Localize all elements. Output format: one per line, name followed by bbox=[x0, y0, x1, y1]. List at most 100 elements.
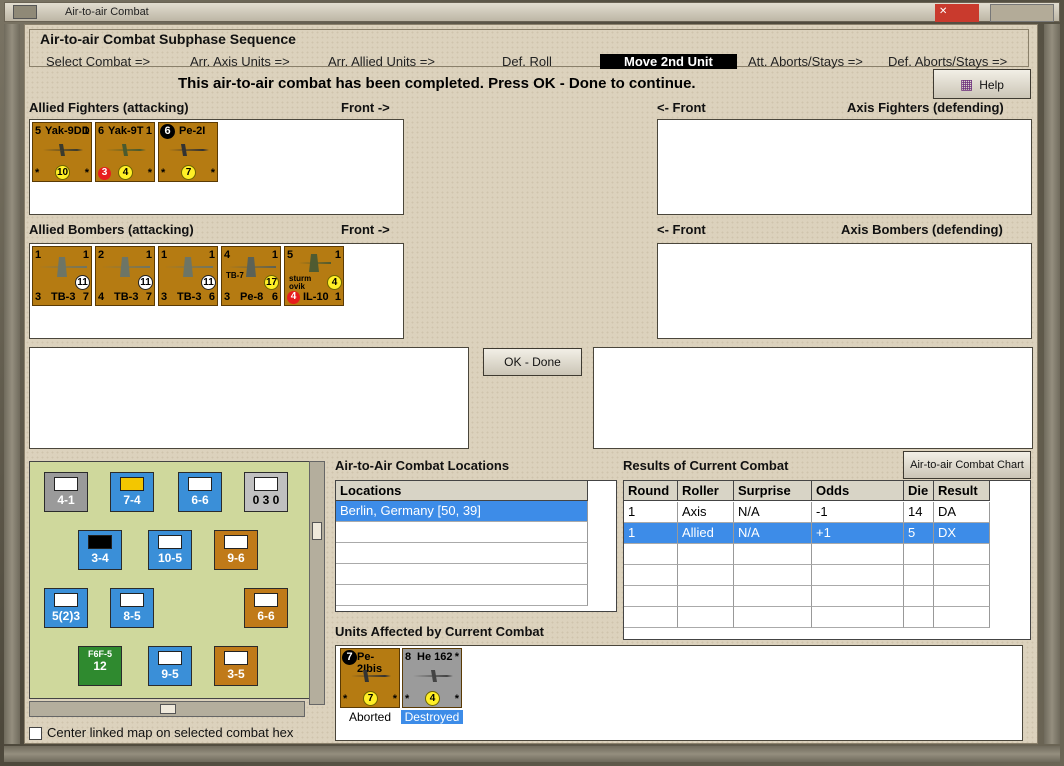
allied-fighters-box[interactable]: 5 Yak-9DD 1 * 10 * 6 Yak-9T 1 3 4 * 6 Pe… bbox=[29, 119, 404, 215]
fighter-counter-yak9t[interactable]: 6 Yak-9T 1 3 4 * bbox=[95, 122, 155, 182]
step-arr-axis: Arr. Axis Units => bbox=[190, 54, 290, 69]
counter-star: * bbox=[405, 693, 410, 705]
result-row[interactable]: 1 Allied N/A +1 5 DX bbox=[624, 523, 990, 544]
ok-done-button[interactable]: OK - Done bbox=[483, 348, 582, 376]
col-die[interactable]: Die bbox=[904, 481, 934, 501]
center-map-label: Center linked map on selected combat hex bbox=[47, 725, 294, 740]
bomber-rating: 11 bbox=[138, 275, 153, 290]
counter-stat: 3 bbox=[224, 291, 231, 303]
counter-name: TB-3 bbox=[114, 291, 139, 303]
map-unit-counter[interactable]: 6-6 bbox=[244, 588, 288, 628]
scroll-thumb[interactable] bbox=[160, 704, 176, 714]
col-round[interactable]: Round bbox=[624, 481, 678, 501]
map-vertical-scrollbar[interactable] bbox=[309, 461, 325, 705]
fighter-plane-icon bbox=[43, 144, 83, 156]
counter-stat: 1 bbox=[334, 291, 341, 303]
result-row[interactable] bbox=[624, 544, 990, 565]
result-row[interactable] bbox=[624, 586, 990, 607]
fighter-plane-icon bbox=[106, 144, 146, 156]
help-button[interactable]: ▦ Help bbox=[933, 69, 1031, 99]
counter-value: 1 bbox=[82, 125, 89, 137]
map-unit-counter[interactable]: 4-1 bbox=[44, 472, 88, 512]
map-unit-counter[interactable]: 9-5 bbox=[148, 646, 192, 686]
axis-fighters-box[interactable] bbox=[657, 119, 1032, 215]
fighter-counter-yak9dd[interactable]: 5 Yak-9DD 1 * 10 * bbox=[32, 122, 92, 182]
map-unit-counter[interactable]: 10-5 bbox=[148, 530, 192, 570]
counter-stat: 6 bbox=[271, 291, 278, 303]
bomber-rating: 17 bbox=[264, 275, 279, 290]
map-horizontal-scrollbar[interactable] bbox=[29, 701, 305, 717]
bomber-counter-il10[interactable]: 5 1 sturm ovik 4 4 IL-10 1 bbox=[284, 246, 344, 306]
locations-table[interactable]: Locations Berlin, Germany [50, 39] bbox=[335, 480, 617, 612]
col-roller[interactable]: Roller bbox=[678, 481, 734, 501]
map-unit-counter[interactable]: 3-4 bbox=[78, 530, 122, 570]
center-map-checkbox[interactable] bbox=[29, 727, 42, 740]
bomber-counter-pe8[interactable]: 4 1 TB-7 17 3 Pe-8 6 bbox=[221, 246, 281, 306]
map-unit-counter[interactable]: 9-6 bbox=[214, 530, 258, 570]
subphase-title: Air-to-air Combat Subphase Sequence bbox=[40, 31, 296, 47]
counter-star: * bbox=[343, 693, 348, 705]
left-border bbox=[4, 24, 20, 744]
scroll-thumb[interactable] bbox=[312, 522, 322, 540]
locations-header: Locations bbox=[336, 481, 588, 501]
col-result[interactable]: Result bbox=[934, 481, 990, 501]
counter-name: IL-10 bbox=[303, 291, 329, 303]
bomber-counter-tb3-2[interactable]: 2 1 11 4 TB-3 7 bbox=[95, 246, 155, 306]
counter-name: Pe-2I bbox=[179, 125, 206, 137]
location-row[interactable] bbox=[336, 585, 588, 606]
close-icon: ✕ bbox=[939, 6, 948, 17]
title-bar: Air-to-air Combat ✕ bbox=[4, 2, 1060, 22]
counter-stat: 4 bbox=[98, 291, 105, 303]
bomber-counter-tb3-3[interactable]: 1 1 11 3 TB-3 6 bbox=[158, 246, 218, 306]
fighter-plane-icon bbox=[351, 670, 391, 682]
fighter-counter-pe2i[interactable]: 6 Pe-2I * 7 * bbox=[158, 122, 218, 182]
combat-chart-button[interactable]: Air-to-air Combat Chart bbox=[903, 451, 1031, 479]
allied-results-box bbox=[29, 347, 469, 449]
affected-counter-pe2ibis[interactable]: 7 Pe-2Ibis * 7 * bbox=[340, 648, 400, 708]
map-unit-counter[interactable]: 3-5 bbox=[214, 646, 258, 686]
axis-bombers-box[interactable] bbox=[657, 243, 1032, 339]
counter-range: 5 bbox=[35, 125, 42, 137]
linked-map[interactable]: 4-1 7-4 6-6 0 3 0 10-5 9-6 3-4 5(2)3 8-5… bbox=[29, 461, 321, 699]
results-table[interactable]: Round Roller Surprise Odds Die Result 1 … bbox=[623, 480, 1031, 640]
status-destroyed: Destroyed bbox=[401, 710, 463, 724]
counter-star: * bbox=[35, 167, 40, 179]
map-unit-counter[interactable]: 0 3 0 bbox=[244, 472, 288, 512]
map-unit-counter[interactable]: 6-6 bbox=[178, 472, 222, 512]
map-unit-counter[interactable]: 7-4 bbox=[110, 472, 154, 512]
bomber-counter-tb3-1[interactable]: 1 1 11 3 TB-3 7 bbox=[32, 246, 92, 306]
result-row[interactable] bbox=[624, 607, 990, 628]
attack-rating: 7 bbox=[181, 165, 196, 180]
bomber-rating: 11 bbox=[201, 275, 216, 290]
allied-bombers-box[interactable]: 1 1 11 3 TB-3 7 2 1 11 4 TB-3 7 1 1 11 3… bbox=[29, 243, 404, 339]
counter-stat: 6 bbox=[208, 291, 215, 303]
affected-counter-he162[interactable]: 8 He 162 * * 4 * bbox=[402, 648, 462, 708]
map-unit-counter[interactable]: 8-5 bbox=[110, 588, 154, 628]
affected-units-box[interactable]: 7 Pe-2Ibis * 7 * 8 He 162 * * 4 * Aborte… bbox=[335, 645, 1023, 741]
locations-title: Air-to-Air Combat Locations bbox=[335, 458, 510, 473]
step-def-aborts: Def. Aborts/Stays => bbox=[888, 54, 1008, 69]
cell-round: 1 bbox=[624, 523, 678, 544]
counter-star: * bbox=[147, 167, 152, 179]
counter-stat: 7 bbox=[145, 291, 152, 303]
counter-stat: 3 bbox=[35, 291, 42, 303]
col-odds[interactable]: Odds bbox=[812, 481, 904, 501]
system-menu-button[interactable] bbox=[13, 5, 37, 19]
right-border bbox=[1044, 24, 1060, 744]
result-row[interactable]: 1 Axis N/A -1 14 DA bbox=[624, 502, 990, 523]
location-row[interactable] bbox=[336, 564, 588, 585]
col-surprise[interactable]: Surprise bbox=[734, 481, 812, 501]
step-move-2nd-unit: Move 2nd Unit bbox=[600, 54, 737, 69]
counter-range: 5 bbox=[287, 249, 294, 261]
affected-title: Units Affected by Current Combat bbox=[335, 624, 544, 639]
counter-stat: 3 bbox=[161, 291, 168, 303]
restore-button[interactable] bbox=[990, 4, 1054, 22]
location-row[interactable] bbox=[336, 543, 588, 564]
location-row[interactable] bbox=[336, 522, 588, 543]
close-button[interactable]: ✕ bbox=[935, 4, 979, 22]
result-row[interactable] bbox=[624, 565, 990, 586]
map-unit-counter[interactable]: 5(2)3 bbox=[44, 588, 88, 628]
fighter-plane-icon bbox=[413, 670, 453, 682]
location-row[interactable]: Berlin, Germany [50, 39] bbox=[336, 501, 588, 522]
map-unit-counter[interactable]: F6F-5 12 bbox=[78, 646, 122, 686]
